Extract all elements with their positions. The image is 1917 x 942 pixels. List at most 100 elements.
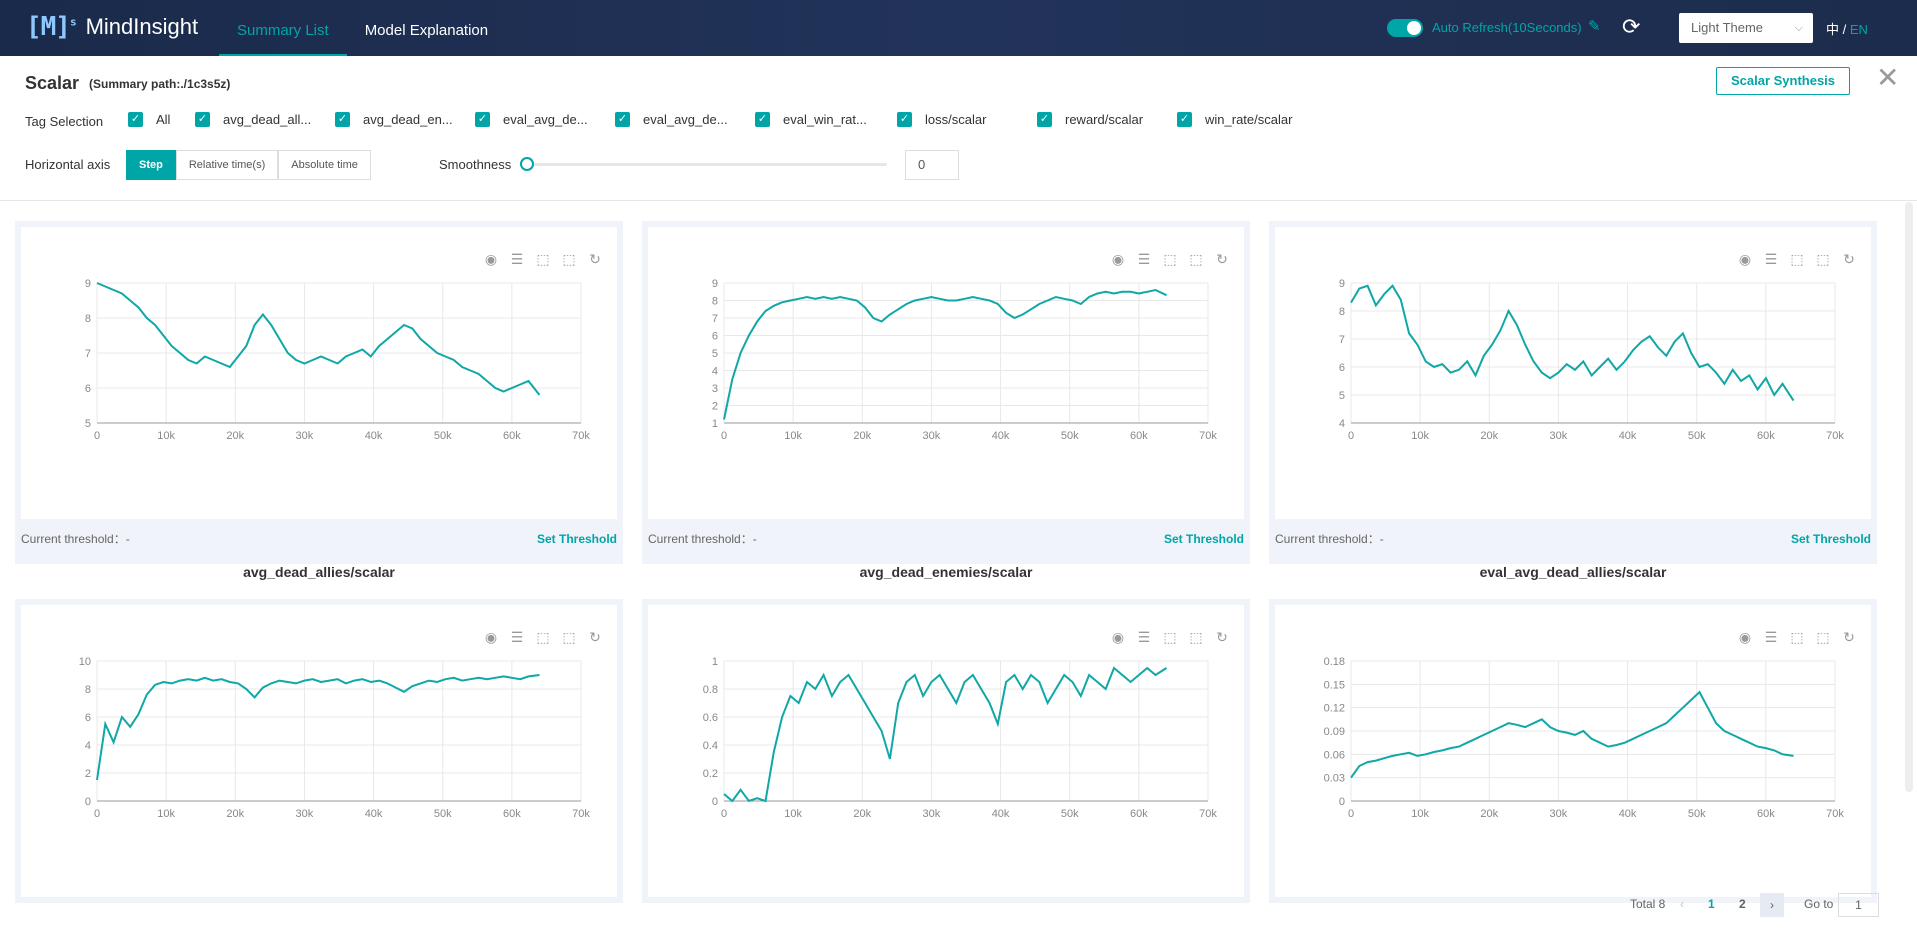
goto-input[interactable]: 1 [1838, 893, 1879, 917]
smoothness-input[interactable]: 0 [905, 150, 959, 180]
axis-option-relative-time[interactable]: Relative time(s) [175, 150, 279, 180]
tag-checkbox[interactable]: ✓ eval_win_rat... [755, 112, 867, 127]
x-tick-label: 20k [226, 430, 244, 442]
x-tick-label: 60k [1130, 430, 1148, 442]
tag-checkbox-all[interactable]: ✓ All [128, 112, 170, 127]
nav-model-explanation[interactable]: Model Explanation [347, 0, 506, 56]
axis-option-step[interactable]: Step [126, 150, 176, 180]
mindinsight-logo[interactable]: [M]s MindInsight [26, 12, 198, 42]
tag-checkbox[interactable]: ✓ avg_dead_en... [335, 112, 453, 127]
y-tick-label: 6 [1339, 362, 1345, 374]
y-tick-label: 9 [85, 278, 91, 290]
set-threshold-link[interactable]: Set Threshold [1791, 532, 1871, 546]
main-nav: Summary List Model Explanation [219, 0, 506, 56]
nav-summary-list[interactable]: Summary List [219, 0, 347, 56]
smoothness-slider-track[interactable] [527, 163, 887, 166]
axis-option-absolute-time[interactable]: Absolute time [278, 150, 371, 180]
y-tick-label: 10 [79, 656, 91, 668]
line-chart: 5 6 7 8 9 0 10k 20k 30k 40k 50k 60k 70k [85, 278, 590, 442]
line-chart: 0 0.03 0.06 0.09 0.12 0.15 0.18 0 10k 20k 30k 40k 50… [1324, 656, 1845, 820]
x-tick-label: 20k [1480, 430, 1498, 442]
tag-label: eval_avg_de... [643, 112, 728, 127]
tag-label: reward/scalar [1065, 112, 1144, 127]
x-tick-label: 70k [572, 808, 590, 820]
y-tick-label: 5 [1339, 390, 1345, 402]
y-tick-label: 6 [85, 712, 91, 724]
y-tick-label: 0.06 [1324, 749, 1345, 761]
chevron-left-icon[interactable]: ‹ [1680, 897, 1684, 911]
auto-refresh-toggle[interactable] [1387, 19, 1423, 37]
checkbox-icon: ✓ [1037, 112, 1052, 127]
x-tick-label: 40k [365, 430, 383, 442]
x-tick-label: 30k [296, 808, 314, 820]
chart-area: ◉ ☰ ⬚ ⬚ ↻ 5 6 7 8 9 0 10k 20k 30k 40k 50k 60k 70k [21, 227, 617, 519]
goto-label: Go to [1804, 897, 1834, 911]
x-tick-label: 0 [1348, 430, 1354, 442]
x-tick-label: 20k [853, 808, 871, 820]
horizontal-axis-toggle: Step Relative time(s) Absolute time [126, 150, 371, 180]
chevron-right-icon[interactable]: › [1760, 893, 1784, 917]
series-line [723, 288, 1167, 420]
y-tick-label: 8 [1339, 306, 1345, 318]
chart-title: avg_dead_enemies/scalar [859, 564, 1033, 580]
threshold-row: Current threshold：- Set Threshold [1275, 519, 1871, 558]
y-tick-label: 0.8 [703, 684, 718, 696]
page-title: Scalar [25, 73, 80, 93]
x-tick-label: 60k [1757, 430, 1775, 442]
tag-checkbox[interactable]: ✓ win_rate/scalar [1177, 112, 1292, 127]
series-line [723, 666, 1168, 803]
series-line [96, 282, 541, 396]
line-chart: 1 2 3 4 5 6 7 8 9 0 10k 20k 30k 40k 50k 60k 70k [712, 278, 1217, 442]
lang-zh[interactable]: 中 [1826, 22, 1839, 37]
scalar-synthesis-button[interactable]: Scalar Synthesis [1716, 67, 1850, 95]
close-icon[interactable]: ✕ [1876, 64, 1899, 92]
x-tick-label: 10k [784, 430, 802, 442]
y-tick-label: 7 [85, 348, 91, 360]
x-tick-label: 30k [1550, 808, 1568, 820]
tag-label: avg_dead_en... [363, 112, 453, 127]
theme-select-value: Light Theme [1691, 20, 1764, 35]
tag-checkbox[interactable]: ✓ avg_dead_all... [195, 112, 311, 127]
y-tick-label: 6 [85, 383, 91, 395]
x-tick-label: 30k [296, 430, 314, 442]
scrollbar[interactable] [1905, 202, 1913, 792]
edit-icon[interactable]: ✎ [1588, 17, 1601, 35]
x-tick-label: 60k [503, 808, 521, 820]
tag-checkbox[interactable]: ✓ eval_avg_de... [615, 112, 728, 127]
y-tick-label: 8 [85, 684, 91, 696]
y-tick-label: 0.03 [1324, 773, 1345, 785]
page-button[interactable]: 1 [1708, 897, 1715, 911]
x-tick-label: 10k [784, 808, 802, 820]
x-tick-label: 40k [1619, 430, 1637, 442]
smoothness-slider-handle[interactable] [520, 157, 534, 171]
tag-label: loss/scalar [925, 112, 987, 127]
chart-area: ◉ ☰ ⬚ ⬚ ↻ 4 5 6 7 8 9 0 10k 20k 30k 40k 50k 60k 70k [1275, 227, 1871, 519]
lang-en[interactable]: EN [1850, 22, 1868, 37]
logo-mark: [M]s [26, 12, 77, 42]
set-threshold-link[interactable]: Set Threshold [1164, 532, 1244, 546]
x-tick-label: 20k [1480, 808, 1498, 820]
y-tick-label: 8 [712, 296, 718, 308]
y-tick-label: 8 [85, 313, 91, 325]
tag-checkbox[interactable]: ✓ loss/scalar [897, 112, 986, 127]
tag-checkbox[interactable]: ✓ reward/scalar [1037, 112, 1143, 127]
checkbox-icon: ✓ [195, 112, 210, 127]
chart-area: ◉ ☰ ⬚ ⬚ ↻ 0 0.03 0.06 0.09 0.12 0.15 0.18 0 10k 20k 30k… [1275, 605, 1871, 897]
x-tick-label: 20k [853, 430, 871, 442]
page-button[interactable]: 2 [1739, 897, 1746, 911]
threshold-row: Current threshold：- Set Threshold [648, 519, 1244, 558]
horizontal-axis-label: Horizontal axis [25, 157, 111, 172]
refresh-icon[interactable]: ⟳ [1622, 14, 1640, 40]
y-tick-label: 1 [712, 656, 718, 668]
tag-checkbox[interactable]: ✓ eval_avg_de... [475, 112, 588, 127]
x-tick-label: 50k [434, 430, 452, 442]
divider [0, 200, 1917, 201]
theme-select[interactable]: Light Theme ⌵ [1679, 13, 1813, 43]
smoothness-label: Smoothness [439, 157, 512, 172]
y-tick-label: 0.12 [1324, 703, 1345, 715]
x-tick-label: 10k [1411, 808, 1429, 820]
line-chart: 4 5 6 7 8 9 0 10k 20k 30k 40k 50k 60k 70k [1339, 278, 1844, 442]
checkbox-icon: ✓ [475, 112, 490, 127]
x-tick-label: 60k [503, 430, 521, 442]
set-threshold-link[interactable]: Set Threshold [537, 532, 617, 546]
